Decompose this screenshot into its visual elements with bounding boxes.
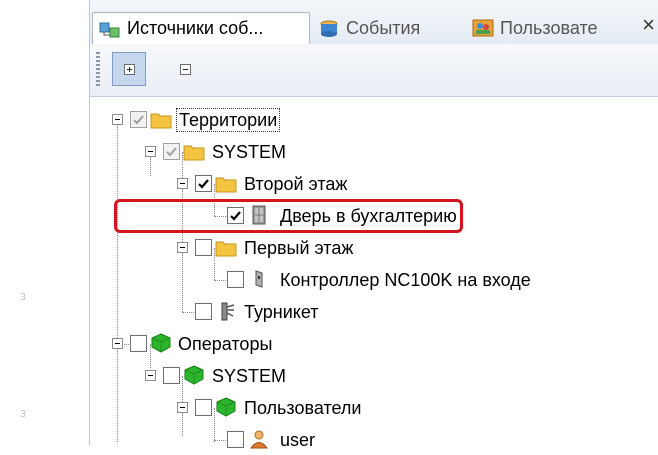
checkbox[interactable] [195,239,212,256]
tab-label: Источники соб... [127,18,264,38]
tree-node-territories[interactable]: Территории [90,105,658,135]
users-group-icon [216,397,236,417]
checkbox[interactable] [227,207,244,224]
gutter-mark: з [20,288,26,303]
door-icon [252,205,266,225]
tree-node-label: Пользователи [244,398,362,418]
expand-all-icon [123,63,135,75]
expand-all-button[interactable] [112,52,146,86]
tab-users[interactable]: Пользовате [466,12,626,44]
folder-icon [150,113,172,129]
tree-node-label: Операторы [178,334,273,354]
tree-node-label: Второй этаж [244,174,348,194]
checkbox[interactable] [130,335,147,352]
tab-bar: Источники соб... События Пользовате × [90,0,658,45]
events-icon [320,20,338,37]
checkbox[interactable] [195,175,212,192]
tree-node-users[interactable]: Пользователи [90,393,658,423]
tree-node-operators[interactable]: Операторы [90,329,658,359]
event-sources-panel: Источники соб... События Пользовате × Те… [89,0,658,450]
tree-node-label: Турникет [244,302,319,322]
tab-label: События [346,17,421,38]
tree-node-turnstile[interactable]: Турникет [90,297,658,327]
checkbox[interactable] [163,367,180,384]
operators-icon [151,333,171,353]
tree-node-controller[interactable]: Контроллер NC100K на входе [90,265,658,295]
collapse-toggle[interactable] [177,242,188,253]
tree-node-floor-1[interactable]: Первый этаж [90,233,658,263]
folder-icon [183,145,205,161]
tree-node-door[interactable]: Дверь в бухгалтерию [90,201,658,231]
folder-icon [215,241,237,257]
checkbox[interactable] [130,111,147,128]
collapse-all-icon [179,63,191,75]
close-tab-button[interactable]: × [642,14,655,36]
tree-node-label: Первый этаж [244,238,354,258]
collapse-toggle[interactable] [177,178,188,189]
folder-icon [215,177,237,193]
turnstile-icon [221,302,235,321]
toolbar-grip[interactable] [96,52,100,88]
operators-group-icon [184,365,204,385]
checkbox[interactable] [195,399,212,416]
collapse-toggle[interactable] [145,146,156,157]
toolbar [90,44,658,97]
tab-label: Пользовате [500,17,598,38]
users-icon [472,19,494,37]
tree-node-label: Территории [176,108,281,132]
tree-node-label: user [280,430,316,450]
tree-node-floor-2[interactable]: Второй этаж [90,169,658,199]
event-sources-icon [99,22,120,37]
collapse-toggle[interactable] [177,402,188,413]
controller-icon [255,270,263,288]
tab-events[interactable]: События [312,12,464,44]
checkbox[interactable] [227,431,244,448]
user-icon [250,430,268,449]
collapse-toggle[interactable] [112,114,123,125]
tree-node-user[interactable]: user [90,425,658,455]
gutter-mark: з [20,405,26,420]
tree-node-label: SYSTEM [212,366,287,386]
collapse-toggle[interactable] [112,338,123,349]
tree-node-label: SYSTEM [212,142,287,162]
checkbox[interactable] [163,143,180,160]
sources-tree: Территории SYSTEM Второй этаж Дверь в бу… [90,97,658,450]
tree-node-system[interactable]: SYSTEM [90,137,658,167]
collapse-all-button[interactable] [168,52,202,86]
tab-event-sources[interactable]: Источники соб... [92,12,310,44]
tree-node-operators-system[interactable]: SYSTEM [90,361,658,391]
tree-node-label: Контроллер NC100K на входе [280,270,531,290]
collapse-toggle[interactable] [145,370,156,381]
tree-node-label: Дверь в бухгалтерию [280,206,457,226]
checkbox[interactable] [195,303,212,320]
checkbox[interactable] [227,271,244,288]
